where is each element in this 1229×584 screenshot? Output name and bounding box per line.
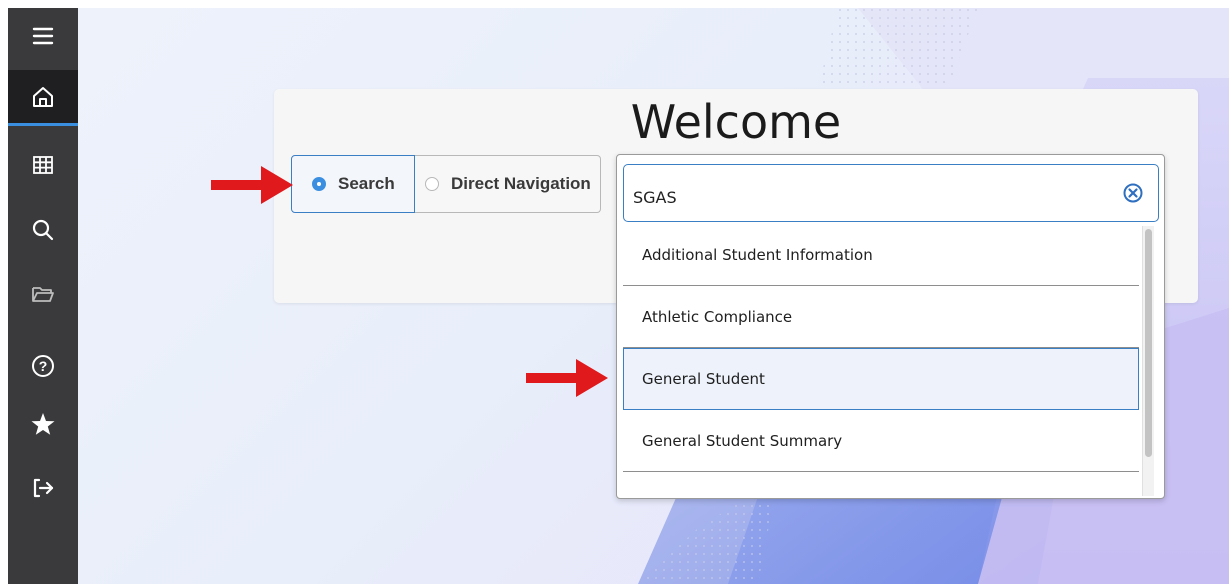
home-icon xyxy=(33,86,53,107)
menu-button[interactable] xyxy=(8,8,78,64)
search-mode-option[interactable]: Search xyxy=(291,155,415,213)
search-icon xyxy=(32,219,54,241)
scrollbar-thumb[interactable] xyxy=(1145,229,1152,457)
main-area: Welcome Search Direct Navigation SGAS Ad… xyxy=(78,8,1229,584)
applications-button[interactable] xyxy=(8,137,78,193)
search-mode-label: Search xyxy=(338,174,395,193)
recent-items-button[interactable] xyxy=(8,266,78,322)
direct-navigation-label: Direct Navigation xyxy=(451,174,591,193)
welcome-title: Welcome xyxy=(630,95,842,149)
sign-out-icon xyxy=(33,478,54,498)
search-input[interactable]: SGAS xyxy=(623,164,1159,222)
annotation-arrow-search xyxy=(211,166,293,204)
direct-navigation-radio[interactable] xyxy=(425,177,439,191)
favorites-button[interactable] xyxy=(8,396,78,452)
result-item-partial[interactable] xyxy=(623,472,1139,498)
grid-icon xyxy=(33,156,53,174)
sign-out-button[interactable] xyxy=(8,460,78,516)
result-item[interactable]: Athletic Compliance xyxy=(623,286,1139,348)
home-button[interactable] xyxy=(8,70,78,126)
help-icon: ? xyxy=(32,355,54,377)
clear-search-icon[interactable] xyxy=(1123,183,1143,203)
help-button[interactable]: ? xyxy=(8,338,78,394)
menu-icon xyxy=(32,27,54,45)
search-radio[interactable] xyxy=(312,177,326,191)
result-item[interactable]: General Student Summary xyxy=(623,410,1139,472)
result-item[interactable]: Additional Student Information xyxy=(623,224,1139,286)
annotation-arrow-general-student xyxy=(526,359,608,397)
direct-navigation-option[interactable]: Direct Navigation xyxy=(415,155,601,213)
search-input-value: SGAS xyxy=(633,188,677,207)
search-results-list: Additional Student Information Athletic … xyxy=(623,224,1139,498)
search-mode-toggle: Search Direct Navigation xyxy=(291,155,601,213)
star-icon xyxy=(31,413,55,435)
results-scrollbar[interactable] xyxy=(1142,226,1154,496)
search-button[interactable] xyxy=(8,202,78,258)
folder-icon xyxy=(32,287,54,302)
search-dropdown: SGAS Additional Student Information Athl… xyxy=(616,154,1165,499)
sidebar: ? xyxy=(8,8,78,584)
svg-text:?: ? xyxy=(39,358,48,374)
result-item-selected[interactable]: General Student xyxy=(623,348,1139,410)
